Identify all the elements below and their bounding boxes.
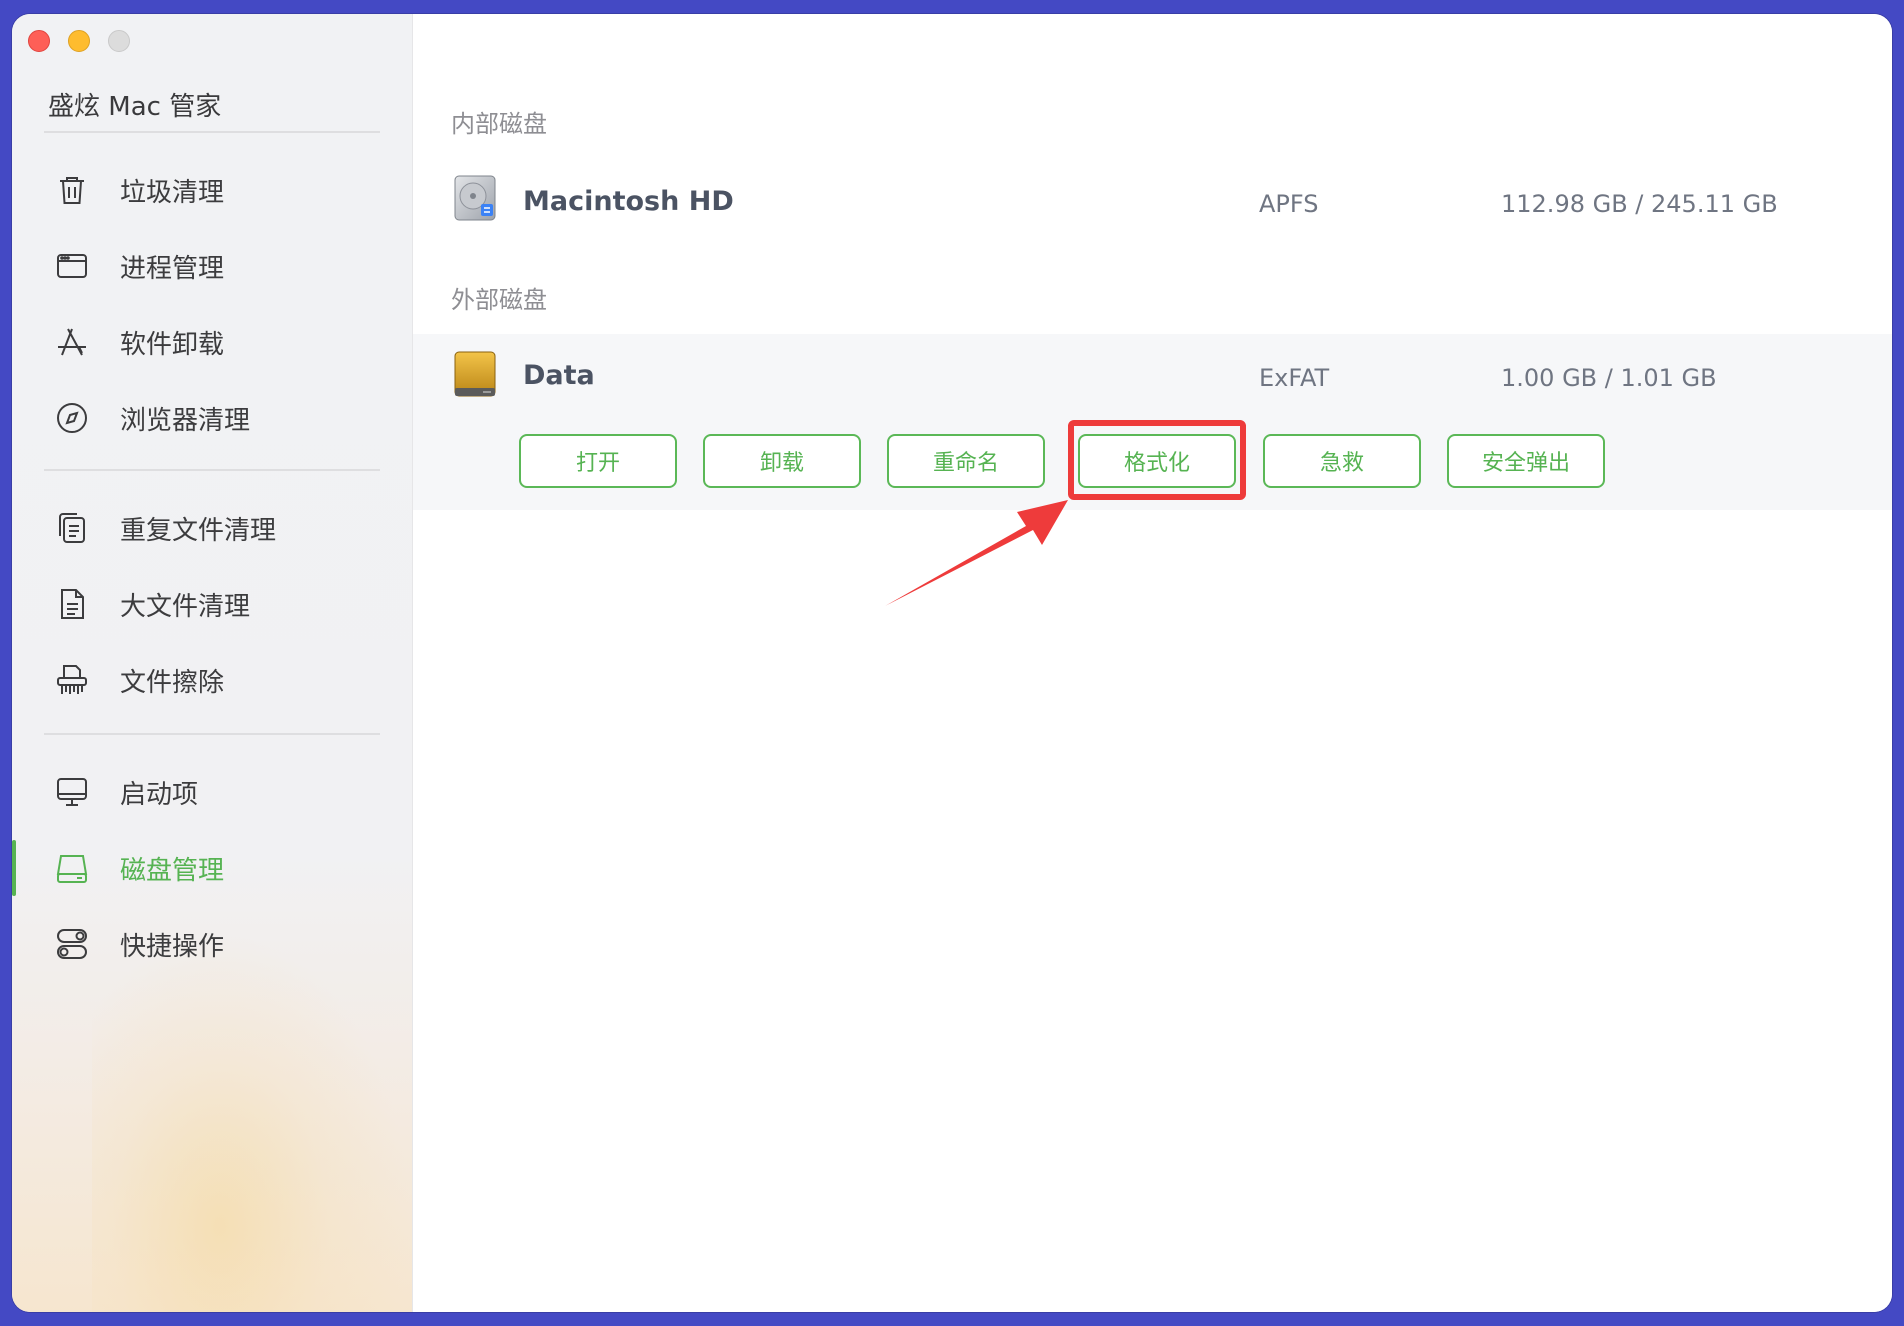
disk-name: Data	[523, 360, 595, 391]
external-drive-icon	[451, 350, 499, 398]
document-icon	[54, 586, 90, 622]
sidebar: 盛炫 Mac 管家 垃圾清理 进程管理 软件卸载 浏览器清理 重复文件清理 大文…	[12, 14, 413, 1312]
sidebar-item-browser-cleanup[interactable]: 浏览器清理	[12, 388, 412, 448]
format-button-highlight	[1068, 420, 1246, 500]
disk-icon	[54, 850, 90, 886]
sidebar-item-quick-actions[interactable]: 快捷操作	[12, 914, 412, 974]
close-window-button[interactable]	[28, 30, 50, 52]
sidebar-item-disk-manager[interactable]: 磁盘管理	[12, 838, 412, 898]
rename-button[interactable]: 重命名	[887, 434, 1045, 488]
compass-icon	[54, 400, 90, 436]
sidebar-item-large-files[interactable]: 大文件清理	[12, 574, 412, 634]
sidebar-item-file-shredder[interactable]: 文件擦除	[12, 650, 412, 710]
divider	[44, 733, 380, 735]
monitor-icon	[54, 774, 90, 810]
window-icon	[54, 248, 90, 284]
external-disks-label: 外部磁盘	[451, 286, 547, 314]
disk-row-external[interactable]: Data ExFAT 1.00 GB / 1.01 GB	[413, 350, 1892, 410]
internal-disks-label: 内部磁盘	[451, 110, 547, 138]
open-button[interactable]: 打开	[519, 434, 677, 488]
minimize-window-button[interactable]	[68, 30, 90, 52]
app-store-icon	[54, 324, 90, 360]
disk-name: Macintosh HD	[523, 186, 734, 217]
zoom-window-button[interactable]	[108, 30, 130, 52]
trash-icon	[54, 172, 90, 208]
disk-row-internal[interactable]: Macintosh HD APFS 112.98 GB / 245.11 GB	[413, 174, 1892, 244]
sidebar-item-junk-cleanup[interactable]: 垃圾清理	[12, 160, 412, 220]
divider	[44, 131, 380, 133]
sidebar-item-duplicate-files[interactable]: 重复文件清理	[12, 498, 412, 558]
disk-filesystem: APFS	[1259, 190, 1319, 218]
sidebar-item-app-uninstall[interactable]: 软件卸载	[12, 312, 412, 372]
first-aid-button[interactable]: 急救	[1263, 434, 1421, 488]
main-content: 内部磁盘 Macintosh HD APFS 112.98 GB / 245.1…	[413, 14, 1892, 1312]
hard-drive-icon	[451, 174, 499, 222]
sidebar-item-process-manager[interactable]: 进程管理	[12, 236, 412, 296]
window-controls	[28, 30, 130, 52]
disk-usage: 112.98 GB / 245.11 GB	[1501, 190, 1778, 218]
sidebar-item-startup-items[interactable]: 启动项	[12, 762, 412, 822]
disk-usage: 1.00 GB / 1.01 GB	[1501, 364, 1717, 392]
toggles-icon	[54, 926, 90, 962]
app-window: 盛炫 Mac 管家 垃圾清理 进程管理 软件卸载 浏览器清理 重复文件清理 大文…	[12, 14, 1892, 1312]
shredder-icon	[54, 662, 90, 698]
eject-button[interactable]: 安全弹出	[1447, 434, 1605, 488]
duplicate-files-icon	[54, 510, 90, 546]
disk-filesystem: ExFAT	[1259, 364, 1330, 392]
sidebar-decoration	[92, 932, 412, 1312]
divider	[44, 469, 380, 471]
app-title: 盛炫 Mac 管家	[48, 92, 222, 122]
unmount-button[interactable]: 卸载	[703, 434, 861, 488]
